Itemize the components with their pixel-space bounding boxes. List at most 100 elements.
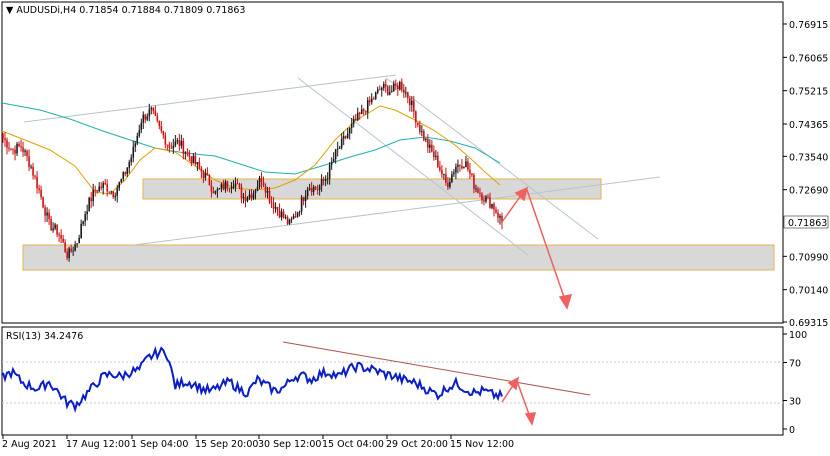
candle-body: [445, 174, 447, 183]
time-tick-label: 17 Aug 12:00: [66, 439, 130, 450]
candle-body: [112, 191, 115, 198]
candle-body: [380, 88, 383, 90]
candle-body: [214, 190, 217, 194]
symbol-header: ▼ AUDUSDi,H4 0.71854 0.71884 0.71809 0.7…: [6, 5, 245, 16]
candle-body: [344, 136, 347, 138]
candle-body: [316, 189, 319, 191]
candle-body: [106, 184, 109, 192]
candle-body: [439, 166, 441, 171]
candle-body: [499, 215, 501, 218]
candle-body: [118, 182, 121, 189]
chart-window: ▼ AUDUSDi,H4 0.71854 0.71884 0.71809 0.7…: [1, 1, 828, 450]
candle-body: [56, 224, 58, 235]
candle-body: [382, 83, 385, 89]
candle-body: [370, 98, 373, 103]
rsi-tick-label: 100: [789, 330, 807, 341]
candle-body: [160, 126, 163, 131]
candle-body: [68, 248, 70, 259]
candle-body: [286, 216, 289, 224]
candle-body: [200, 167, 203, 172]
candle-body: [62, 238, 64, 243]
candle-body: [388, 92, 391, 95]
candle-body: [134, 143, 137, 147]
candle-body: [310, 188, 313, 193]
price-axis: 0.76915 0.76065 0.75215 0.74365 0.73540 0.726…: [783, 20, 828, 329]
candle-body: [20, 146, 22, 148]
candle-body: [308, 188, 311, 190]
candle-body: [18, 143, 20, 147]
candle-body: [304, 196, 307, 201]
candle-body: [70, 248, 72, 252]
candle-body: [150, 107, 153, 110]
candle-body: [477, 188, 479, 194]
candle-body: [411, 100, 413, 106]
rsi-axis: 100 70 30 0: [783, 330, 807, 436]
candle-body: [372, 98, 375, 100]
candle-body: [368, 100, 371, 103]
candle-body: [156, 115, 159, 121]
candle-body: [12, 149, 14, 150]
candle-body: [102, 183, 105, 188]
candle-body: [366, 100, 369, 113]
candle-body: [22, 147, 24, 152]
candle-body: [431, 144, 433, 152]
candle-body: [262, 181, 265, 186]
candle-body: [354, 118, 357, 121]
candle-body: [186, 152, 189, 154]
candle-body: [374, 92, 377, 99]
candle-body: [394, 83, 397, 86]
candle-body: [463, 167, 465, 169]
candle-body: [224, 181, 227, 190]
candle-body: [230, 187, 233, 189]
candle-body: [218, 188, 221, 190]
candle-body: [400, 81, 403, 90]
candle-body: [469, 169, 471, 174]
candle-body: [429, 144, 431, 148]
candle-body: [234, 183, 237, 187]
candle-body: [465, 161, 467, 168]
candle-body: [24, 150, 26, 152]
candle-body: [342, 136, 345, 139]
candle-body: [190, 156, 193, 164]
candle-body: [290, 218, 293, 220]
candle-body: [475, 188, 477, 190]
candle-body: [148, 109, 151, 117]
candle-body: [296, 212, 299, 217]
candle-body: [427, 138, 429, 148]
candle-body: [423, 131, 425, 141]
candle-body: [493, 203, 495, 210]
candle-body: [130, 157, 133, 162]
candle-body: [278, 210, 281, 218]
time-tick-label: 15 Nov 12:00: [450, 439, 514, 450]
candle-body: [280, 211, 283, 218]
candle-body: [84, 214, 86, 222]
candle-body: [164, 135, 167, 145]
candle-body: [467, 161, 469, 170]
candle-body: [240, 186, 243, 198]
time-tick-label: 15 Oct 04:00: [322, 439, 384, 450]
candle-body: [100, 186, 102, 188]
candle-body: [274, 207, 277, 209]
price-tick-label: 0.74365: [789, 120, 828, 131]
candle-body: [268, 190, 271, 202]
candle-body: [407, 92, 409, 99]
candle-body: [4, 138, 6, 141]
candle-body: [154, 110, 157, 116]
candle-body: [252, 193, 255, 199]
candle-body: [104, 183, 107, 185]
candle-body: [80, 223, 82, 238]
candle-body: [276, 207, 279, 211]
candle-body: [40, 189, 42, 198]
candle-body: [232, 186, 235, 188]
time-tick-label: 30 Sep 12:00: [258, 439, 321, 450]
candle-body: [14, 149, 16, 154]
candle-body: [122, 172, 125, 180]
candle-body: [419, 124, 421, 133]
svg-text:0.71863: 0.71863: [788, 218, 827, 229]
candle-body: [457, 164, 459, 167]
candle-body: [170, 147, 173, 149]
collapse-triangle-icon[interactable]: ▼: [6, 5, 16, 16]
candle-body: [346, 133, 349, 138]
candle-body: [152, 107, 155, 111]
candle-body: [441, 170, 443, 175]
